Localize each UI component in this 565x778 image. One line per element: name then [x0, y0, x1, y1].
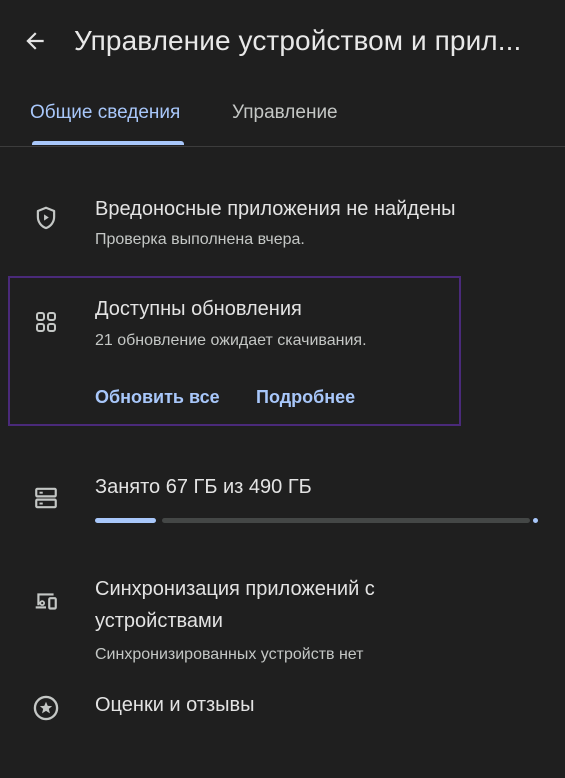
storage-free-track	[162, 518, 530, 523]
updates-title: Доступны обновления	[95, 298, 302, 320]
page-title: Управление устройством и прил...	[74, 25, 522, 56]
storage-title: Занято 67 ГБ из 490 ГБ	[95, 476, 312, 498]
apps-grid-icon	[30, 306, 62, 338]
updates-item[interactable]: Доступны обновления 21 обновление ожидае…	[0, 292, 565, 362]
storage-item[interactable]: Занято 67 ГБ из 490 ГБ	[0, 470, 565, 540]
tab-manage[interactable]: Управление	[232, 102, 338, 124]
tab-bar: Общие сведения Управление	[0, 88, 565, 147]
app-sync-item[interactable]: Синхронизация приложений с устройствами …	[0, 572, 565, 672]
malware-status-item[interactable]: Вредоносные приложения не найдены Провер…	[0, 190, 565, 260]
app-sync-subtitle: Синхронизированных устройств нет	[95, 646, 364, 663]
tab-indicator	[32, 141, 184, 145]
updates-subtitle: 21 обновление ожидает скачивания.	[95, 332, 367, 349]
storage-progress-bar	[95, 518, 538, 523]
app-sync-title-line1: Синхронизация приложений с	[95, 578, 375, 600]
storage-end-dot	[533, 518, 538, 523]
app-sync-title-line2: устройствами	[95, 610, 223, 632]
malware-title: Вредоносные приложения не найдены	[95, 198, 456, 220]
arrow-back-icon	[22, 28, 48, 59]
ratings-reviews-item[interactable]: Оценки и отзывы	[0, 690, 565, 734]
update-all-button[interactable]: Обновить все	[95, 387, 220, 408]
star-circle-icon	[30, 692, 62, 724]
back-button[interactable]	[18, 26, 52, 60]
tab-overview[interactable]: Общие сведения	[30, 102, 180, 124]
ratings-reviews-title: Оценки и отзывы	[95, 694, 255, 716]
app-bar: Управление устройством и прил...	[0, 0, 565, 88]
storage-used-fill	[95, 518, 156, 523]
details-button[interactable]: Подробнее	[256, 387, 355, 408]
shield-play-icon	[30, 202, 62, 234]
storage-icon	[30, 482, 62, 514]
devices-icon	[30, 586, 62, 618]
malware-subtitle: Проверка выполнена вчера.	[95, 231, 305, 248]
